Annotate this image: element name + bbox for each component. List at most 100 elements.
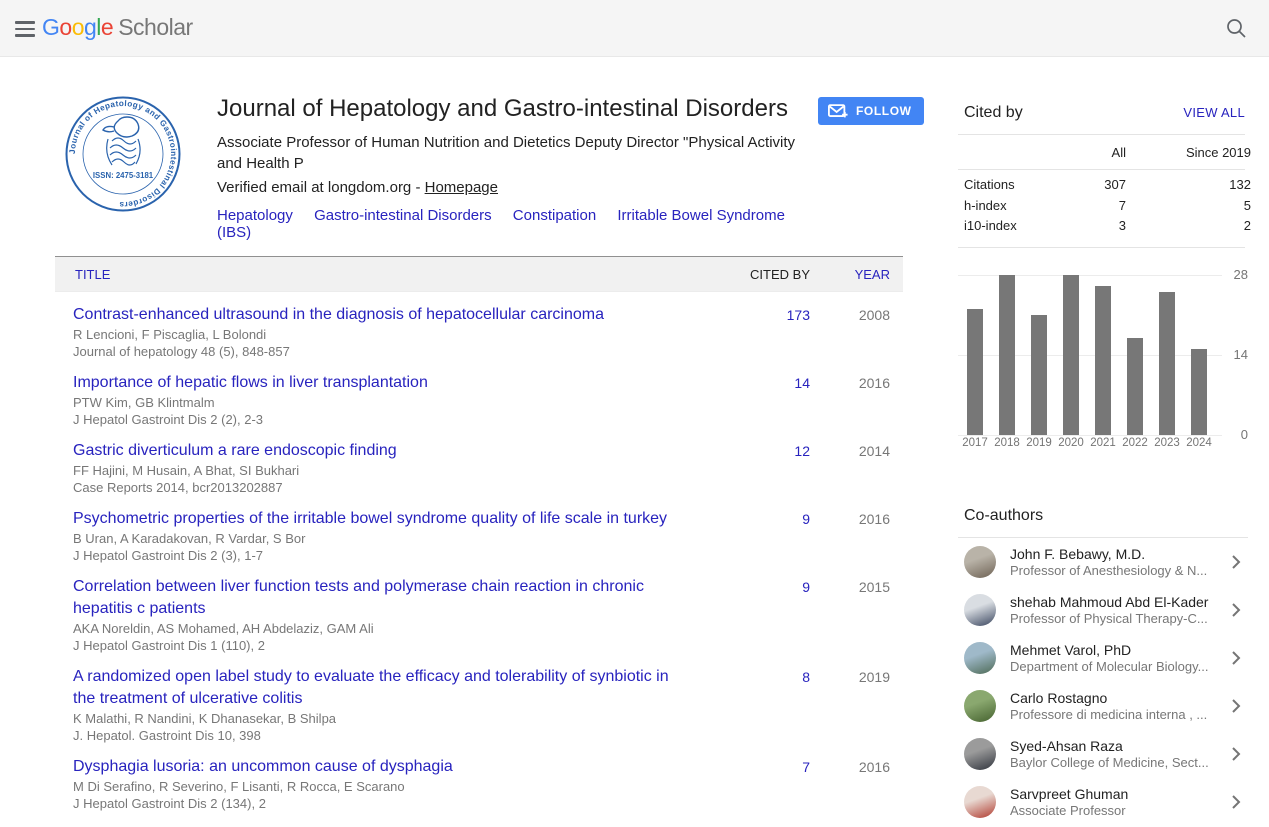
article-authors: K Malathi, R Nandini, K Dhanasekar, B Sh…	[73, 710, 691, 727]
chevron-right-icon[interactable]	[1226, 699, 1246, 713]
label-constipation[interactable]: Constipation	[513, 207, 596, 224]
article-title-link[interactable]: Importance of hepatic flows in liver tra…	[73, 372, 691, 394]
top-app-bar: GoogleScholar	[0, 0, 1269, 57]
article-row: Gastric diverticulum a rare endoscopic f…	[55, 428, 903, 496]
x-axis-label: 2023	[1151, 437, 1183, 449]
citations-stat-row: Citations 307 132	[958, 175, 1245, 196]
chevron-right-icon[interactable]	[1226, 555, 1246, 569]
stat-since-value: 2	[1126, 216, 1251, 237]
article-venue: J Hepatol Gastroint Dis 2 (3), 1-7	[73, 547, 691, 564]
cited-by-title: Cited by	[964, 104, 1023, 122]
article-title-link[interactable]: Gastric diverticulum a rare endoscopic f…	[73, 440, 691, 462]
cited-by-col-all: All	[1056, 145, 1126, 160]
article-cited-count[interactable]: 14	[715, 372, 810, 391]
article-venue: Case Reports 2014, bcr2013202887	[73, 479, 691, 496]
article-title-link[interactable]: Correlation between liver function tests…	[73, 576, 691, 620]
article-cited-count[interactable]: 173	[715, 304, 810, 323]
article-authors: B Uran, A Karadakovan, R Vardar, S Bor	[73, 530, 691, 547]
article-authors: PTW Kim, GB Klintmalm	[73, 394, 691, 411]
journal-logo-image: Journal of Hepatology and Gastrointestin…	[64, 95, 182, 213]
chart-bar-2021[interactable]	[1095, 286, 1111, 435]
chart-bar-2020[interactable]	[1063, 275, 1079, 435]
article-year: 2016	[810, 508, 890, 527]
publications-table: TITLE CITED BY YEAR Contrast-enhanced ul…	[55, 256, 903, 812]
coauthor-description: Professore di medicina interna , ...	[1010, 707, 1226, 723]
publications-table-header: TITLE CITED BY YEAR	[55, 256, 903, 292]
coauthor-row[interactable]: shehab Mahmoud Abd El-Kader Professor of…	[958, 586, 1248, 634]
chart-bar-2019[interactable]	[1031, 315, 1047, 435]
citations-per-year-chart: 28 14 0 2017 2018 2019 2020 2021 2022 20…	[958, 265, 1248, 457]
article-row: Importance of hepatic flows in liver tra…	[55, 360, 903, 428]
article-title-link[interactable]: Dysphagia lusoria: an uncommon cause of …	[73, 756, 691, 778]
coauthor-avatar	[964, 642, 996, 674]
label-gastro-intestinal-disorders[interactable]: Gastro-intestinal Disorders	[314, 207, 492, 224]
column-header-year[interactable]: YEAR	[810, 267, 890, 282]
article-year: 2016	[810, 372, 890, 391]
coauthor-row[interactable]: Sarvpreet Ghuman Associate Professor	[958, 778, 1248, 826]
interest-labels: Hepatology Gastro-intestinal Disorders C…	[217, 207, 817, 241]
chart-bar-2018[interactable]	[999, 275, 1015, 435]
article-cited-count[interactable]: 9	[715, 508, 810, 527]
coauthor-row[interactable]: John F. Bebawy, M.D. Professor of Anesth…	[958, 538, 1248, 586]
menu-icon[interactable]	[15, 21, 35, 37]
coauthor-avatar	[964, 690, 996, 722]
cited-by-col-since: Since 2019	[1126, 145, 1251, 160]
gridline-0	[958, 435, 1222, 436]
coauthor-row[interactable]: Syed-Ahsan Raza Baylor College of Medici…	[958, 730, 1248, 778]
article-year: 2019	[810, 666, 890, 685]
article-authors: FF Hajini, M Husain, A Bhat, SI Bukhari	[73, 462, 691, 479]
i10-index-stat-row: i10-index 3 2	[958, 216, 1245, 237]
article-cited-count[interactable]: 8	[715, 666, 810, 685]
envelope-plus-icon	[828, 104, 848, 119]
article-title-link[interactable]: Psychometric properties of the irritable…	[73, 508, 691, 530]
article-title-link[interactable]: Contrast-enhanced ultrasound in the diag…	[73, 304, 691, 326]
article-venue: J Hepatol Gastroint Dis 1 (110), 2	[73, 637, 691, 654]
coauthor-avatar	[964, 738, 996, 770]
y-axis-tick-28: 28	[1222, 267, 1248, 282]
chevron-right-icon[interactable]	[1226, 651, 1246, 665]
coauthor-avatar	[964, 786, 996, 818]
article-venue: J Hepatol Gastroint Dis 2 (2), 2-3	[73, 411, 691, 428]
coauthor-name: Syed-Ahsan Raza	[1010, 738, 1226, 755]
x-axis-label: 2018	[991, 437, 1023, 449]
label-hepatology[interactable]: Hepatology	[217, 207, 293, 224]
gridline-14	[958, 355, 1222, 356]
coauthor-name: Mehmet Varol, PhD	[1010, 642, 1226, 659]
article-row: Contrast-enhanced ultrasound in the diag…	[55, 292, 903, 360]
chevron-right-icon[interactable]	[1226, 603, 1246, 617]
article-cited-count[interactable]: 7	[715, 756, 810, 775]
x-axis-label: 2021	[1087, 437, 1119, 449]
article-cited-count[interactable]: 9	[715, 576, 810, 595]
view-all-link[interactable]: VIEW ALL	[1183, 105, 1245, 120]
coauthor-name: John F. Bebawy, M.D.	[1010, 546, 1226, 563]
label-ibs[interactable]: Irritable Bowel Syndrome (IBS)	[217, 207, 785, 241]
article-cited-count[interactable]: 12	[715, 440, 810, 459]
article-year: 2015	[810, 576, 890, 595]
stat-all-value: 3	[1056, 216, 1126, 237]
coauthor-name: Sarvpreet Ghuman	[1010, 786, 1226, 803]
profile-name: Journal of Hepatology and Gastro-intesti…	[217, 95, 817, 123]
article-authors: R Lencioni, F Piscaglia, L Bolondi	[73, 326, 691, 343]
coauthor-description: Associate Professor	[1010, 803, 1226, 819]
stat-label: Citations	[964, 175, 1056, 196]
follow-button[interactable]: FOLLOW	[818, 97, 924, 125]
chart-bar-2022[interactable]	[1127, 338, 1143, 435]
coauthor-row[interactable]: Carlo Rostagno Professore di medicina in…	[958, 682, 1248, 730]
column-header-title[interactable]: TITLE	[75, 267, 715, 282]
homepage-link[interactable]: Homepage	[425, 179, 498, 196]
y-axis-tick-0: 0	[1222, 427, 1248, 442]
coauthor-row[interactable]: Mehmet Varol, PhD Department of Molecula…	[958, 634, 1248, 682]
google-scholar-logo[interactable]: GoogleScholar	[42, 14, 193, 41]
article-title-link[interactable]: A randomized open label study to evaluat…	[73, 666, 691, 710]
chart-bar-2024[interactable]	[1191, 349, 1207, 435]
x-axis-label: 2017	[959, 437, 991, 449]
google-wordmark: Google	[42, 14, 113, 40]
verified-email-text: Verified email at longdom.org -	[217, 179, 425, 196]
search-icon[interactable]	[1226, 18, 1247, 39]
chevron-right-icon[interactable]	[1226, 795, 1246, 809]
chart-bar-2017[interactable]	[967, 309, 983, 435]
journal-logo[interactable]: Journal of Hepatology and Gastrointestin…	[64, 95, 182, 213]
chevron-right-icon[interactable]	[1226, 747, 1246, 761]
verified-email-line: Verified email at longdom.org - Homepage	[217, 177, 817, 198]
chart-bar-2023[interactable]	[1159, 292, 1175, 435]
